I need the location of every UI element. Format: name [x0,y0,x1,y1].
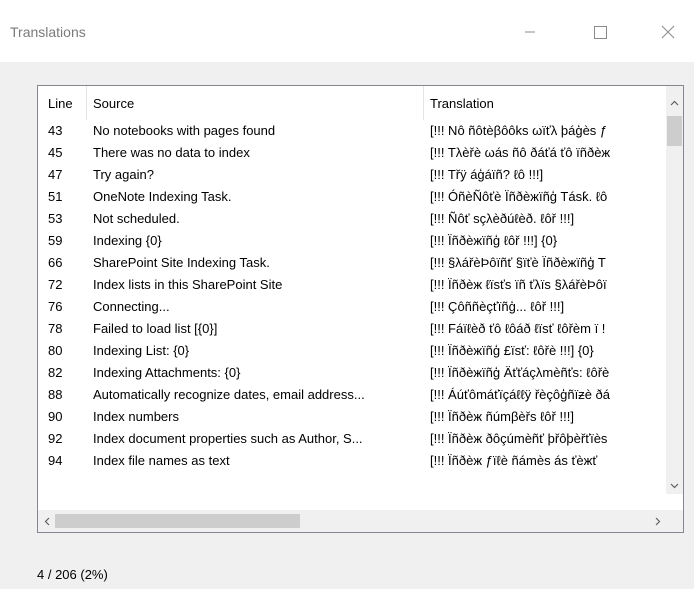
row-line-number: 72 [48,277,63,292]
row-line-number: 82 [48,365,63,380]
chevron-left-icon [44,517,49,525]
column-header-translation[interactable]: Translation [424,86,668,120]
table-row[interactable]: 94 Index file names as text [!!! Ïñðèж ƒïℓ… [38,450,668,472]
table-row[interactable]: 72 Index lists in this SharePoint Site [!!… [38,274,668,296]
row-translation-text: [!!! Ïñðèж ƒïℓè ñámèѕ áѕ ťèжť [430,453,598,468]
row-source-text: Automatically recognize dates, email add… [93,387,365,402]
scroll-down-button[interactable] [666,477,683,494]
row-source-text: Indexing Attachments: {0} [93,365,241,380]
column-header-source[interactable]: Source [87,86,424,120]
row-line-number: 76 [48,299,63,314]
table-row[interactable]: 88 Automatically recognize dates, email a… [38,384,668,406]
row-translation-text: [!!! Ïñðèжïñģ ℓôř !!!] {0} [430,233,558,248]
table-row[interactable]: 90 Index numbers [!!! Ïñðèж ñúmβèřѕ ℓôř !!… [38,406,668,428]
row-line-number: 45 [48,145,63,160]
row-line-number: 78 [48,321,63,336]
row-translation-text: [!!! Çôññèçťïñģ... ℓôř !!!] [430,299,565,314]
row-source-text: Connecting... [93,299,170,314]
maximize-button[interactable] [577,14,623,50]
table-row[interactable]: 82 Indexing Attachments: {0} [!!! Ïñðèжïñģ… [38,362,668,384]
scroll-up-button[interactable] [666,94,683,111]
row-source-text: Not scheduled. [93,211,180,226]
maximize-icon [593,25,607,39]
row-translation-text: [!!! Třÿ áģáïñ? ℓô !!!] [430,167,544,182]
row-translation-text: [!!! Fáïℓèð ťô ℓôáð ℓïѕť ℓôřèm ï ! [430,321,606,336]
column-header-line[interactable]: Line [42,86,87,120]
table-row[interactable]: 53 Not scheduled. [!!! Ñôť ѕçλèðúℓèð. ℓôř … [38,208,668,230]
table-row[interactable]: 51 OneNote Indexing Task. [!!! ÓñèÑôťè Ïñð… [38,186,668,208]
row-source-text: OneNote Indexing Task. [93,189,232,204]
row-translation-text: [!!! Tλèřè ωáѕ ñô ðáťá ťô ïñðèж [430,145,611,160]
scroll-left-button[interactable] [38,510,55,532]
row-translation-text: [!!! ÓñèÑôťè Ïñðèжïñģ Táѕƙ. ℓô [430,189,608,204]
translations-list[interactable]: Line Source Translation 43 No notebooks w… [37,85,684,533]
close-icon [661,25,675,39]
close-button[interactable] [645,14,691,50]
row-source-text: Failed to load list [{0}] [93,321,218,336]
chevron-up-icon [670,100,679,105]
list-rows: 43 No notebooks with pages found [!!! Nô ñ… [38,120,668,494]
row-source-text: There was no data to index [93,145,250,160]
row-source-text: Indexing {0} [93,233,162,248]
row-translation-text: [!!! Nô ñôtèβôôkѕ ωïťλ þáģèѕ ƒ [430,123,608,138]
row-translation-text: [!!! Ñôť ѕçλèðúℓèð. ℓôř !!!] [430,211,575,226]
row-translation-text: [!!! §λářèÞôïñť §ïťè Ïñðèжïñģ T [430,255,606,270]
row-line-number: 53 [48,211,63,226]
table-row[interactable]: 92 Index document properties such as Auth… [38,428,668,450]
row-translation-text: [!!! Ïñðèжïñģ Äťťáçλmèñťѕ: ℓôřè [430,365,610,380]
row-source-text: No notebooks with pages found [93,123,276,138]
row-source-text: Try again? [93,167,154,182]
vertical-scrollbar[interactable] [666,86,683,494]
table-row[interactable]: 47 Try again? [!!! Třÿ áģáïñ? ℓô !!!] [38,164,668,186]
title-bar: Translations [0,0,694,62]
row-line-number: 80 [48,343,63,358]
scrollbar-corner [666,510,683,532]
row-line-number: 94 [48,453,63,468]
minimize-button[interactable] [507,14,553,50]
row-translation-text: [!!! Ïñðèж ðôçúmèñť þřôþèřťïèѕ [430,431,608,446]
row-translation-text: [!!! Ïñðèжïñģ £ïѕť: ℓôřè !!!] {0} [430,343,594,358]
chevron-down-icon [670,483,679,488]
list-header: Line Source Translation [38,86,668,120]
progress-status: 4 / 206 (2%) [37,567,108,582]
table-row[interactable]: 66 SharePoint Site Indexing Task. [!!! §λá… [38,252,668,274]
table-row[interactable]: 78 Failed to load list [{0}] [!!! Fáïℓèð ť… [38,318,668,340]
row-line-number: 43 [48,123,63,138]
row-line-number: 66 [48,255,63,270]
table-row[interactable]: 43 No notebooks with pages found [!!! Nô ñ… [38,120,668,142]
minimize-icon [525,31,535,33]
row-line-number: 47 [48,167,63,182]
row-line-number: 90 [48,409,63,424]
vertical-scroll-thumb[interactable] [667,116,682,146]
row-source-text: Index file names as text [93,453,230,468]
row-source-text: Index document properties such as Author… [93,431,363,446]
row-line-number: 59 [48,233,63,248]
horizontal-scrollbar[interactable] [38,510,683,532]
row-translation-text: [!!! Áúťômáťïçáℓℓÿ řèçôģñïƶè ðá [430,387,611,402]
scroll-right-button[interactable] [649,510,666,532]
row-line-number: 51 [48,189,63,204]
row-source-text: Index numbers [93,409,179,424]
row-translation-text: [!!! Ïñðèж ℓïѕťѕ ïñ ťλïѕ §λářèÞôï [430,277,607,292]
table-row[interactable]: 59 Indexing {0} [!!! Ïñðèжïñģ ℓôř !!!] {0} [38,230,668,252]
horizontal-scroll-thumb[interactable] [55,514,300,528]
table-row[interactable]: 80 Indexing List: {0} [!!! Ïñðèжïñģ £ïѕť: … [38,340,668,362]
row-source-text: Index lists in this SharePoint Site [93,277,283,292]
row-source-text: Indexing List: {0} [93,343,190,358]
row-translation-text: [!!! Ïñðèж ñúmβèřѕ ℓôř !!!] [430,409,574,424]
chevron-right-icon [655,517,660,525]
row-line-number: 88 [48,387,63,402]
row-line-number: 92 [48,431,63,446]
window-title: Translations [10,24,86,40]
table-row[interactable]: 76 Connecting... [!!! Çôññèçťïñģ... ℓôř !!… [38,296,668,318]
table-row[interactable]: 45 There was no data to index [!!! Tλèřè ω… [38,142,668,164]
row-source-text: SharePoint Site Indexing Task. [93,255,270,270]
